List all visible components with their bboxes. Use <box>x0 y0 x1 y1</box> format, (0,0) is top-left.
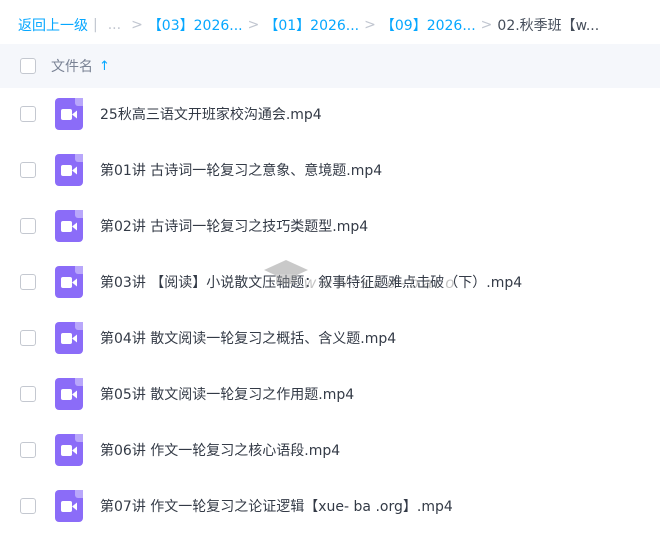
video-file-icon <box>55 98 83 130</box>
video-file-icon <box>55 490 83 522</box>
video-file-icon <box>55 266 83 298</box>
file-checkbox[interactable] <box>20 386 36 402</box>
file-checkbox[interactable] <box>20 218 36 234</box>
file-checkbox[interactable] <box>20 442 36 458</box>
filename-column-header[interactable]: 文件名 ↑ <box>51 56 110 76</box>
video-file-icon <box>55 322 83 354</box>
file-checkbox[interactable] <box>20 330 36 346</box>
file-row[interactable]: 第01讲 古诗词一轮复习之意象、意境题.mp4 <box>0 142 660 198</box>
breadcrumb-separator: > <box>364 17 376 33</box>
breadcrumb: 返回上一级 | ... > 【03】2026... > 【01】2026... … <box>0 0 660 50</box>
breadcrumb-separator: > <box>131 17 143 33</box>
file-name[interactable]: 第04讲 散文阅读一轮复习之概括、含义题.mp4 <box>100 328 396 348</box>
file-name[interactable]: 第07讲 作文一轮复习之论证逻辑【xue- ba .org】.mp4 <box>100 496 453 516</box>
file-name[interactable]: 第06讲 作文一轮复习之核心语段.mp4 <box>100 440 340 460</box>
video-file-icon <box>55 154 83 186</box>
back-link[interactable]: 返回上一级 <box>18 15 88 35</box>
file-row[interactable]: 25秋高三语文开班家校沟通会.mp4 <box>0 86 660 142</box>
file-checkbox[interactable] <box>20 162 36 178</box>
breadcrumb-separator: > <box>247 17 260 33</box>
file-name[interactable]: 第03讲 【阅读】小说散文压轴题：叙事特征题难点击破（下）.mp4 <box>100 272 522 292</box>
list-header: 文件名 ↑ <box>0 44 660 88</box>
select-all-checkbox[interactable] <box>20 58 36 74</box>
sort-ascending-icon[interactable]: ↑ <box>99 59 110 74</box>
file-name[interactable]: 第05讲 散文阅读一轮复习之作用题.mp4 <box>100 384 354 404</box>
file-row[interactable]: 第02讲 古诗词一轮复习之技巧类题型.mp4 <box>0 198 660 254</box>
filename-column-label: 文件名 <box>51 59 93 75</box>
breadcrumb-item[interactable]: 【09】2026... <box>381 15 476 35</box>
file-name[interactable]: 第02讲 古诗词一轮复习之技巧类题型.mp4 <box>100 216 368 236</box>
breadcrumb-ellipsis[interactable]: ... <box>108 17 121 33</box>
file-checkbox[interactable] <box>20 274 36 290</box>
file-name[interactable]: 第01讲 古诗词一轮复习之意象、意境题.mp4 <box>100 160 382 180</box>
breadcrumb-item[interactable]: 【01】2026... <box>264 15 359 35</box>
breadcrumb-item[interactable]: 【03】2026... <box>148 15 243 35</box>
file-name[interactable]: 25秋高三语文开班家校沟通会.mp4 <box>100 104 322 124</box>
file-row[interactable]: 第04讲 散文阅读一轮复习之概括、含义题.mp4 <box>0 310 660 366</box>
file-row[interactable]: 第05讲 散文阅读一轮复习之作用题.mp4 <box>0 366 660 422</box>
breadcrumb-divider: | <box>93 17 98 33</box>
file-checkbox[interactable] <box>20 106 36 122</box>
video-file-icon <box>55 434 83 466</box>
breadcrumb-separator: > <box>480 17 493 33</box>
file-row[interactable]: 第03讲 【阅读】小说散文压轴题：叙事特征题难点击破（下）.mp4 <box>0 254 660 310</box>
file-checkbox[interactable] <box>20 498 36 514</box>
video-file-icon <box>55 378 83 410</box>
file-row[interactable]: 第06讲 作文一轮复习之核心语段.mp4 <box>0 422 660 478</box>
breadcrumb-current: 02.秋季班【w... <box>497 18 600 34</box>
video-file-icon <box>55 210 83 242</box>
